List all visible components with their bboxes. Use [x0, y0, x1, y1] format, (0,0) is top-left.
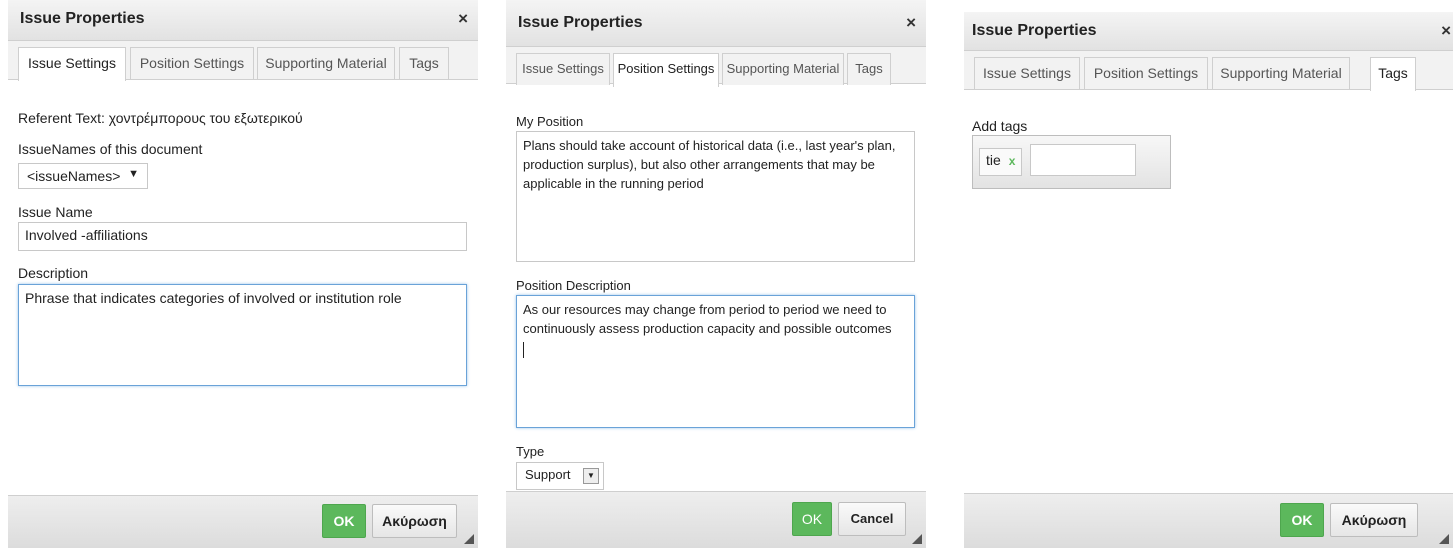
tab-bar: Issue Settings Position Settings Support… — [8, 41, 478, 81]
issue-names-select-value: <issueNames> — [27, 168, 121, 184]
dialog-title: Issue Properties — [972, 22, 1097, 39]
remove-tag-icon[interactable]: x — [1009, 154, 1016, 168]
issue-properties-dialog-1: Issue Properties × Issue Settings Positi… — [8, 0, 478, 548]
close-icon[interactable]: × — [458, 9, 468, 29]
tag-chip: tie x — [979, 148, 1023, 176]
cancel-button[interactable]: Cancel — [838, 502, 906, 536]
tab-position-settings[interactable]: Position Settings — [1084, 57, 1208, 89]
tab-supporting-material[interactable]: Supporting Material — [257, 47, 395, 79]
dropdown-arrow-icon: ▼ — [583, 468, 599, 484]
resize-handle-icon[interactable] — [1439, 534, 1449, 544]
tab-tags[interactable]: Tags — [847, 53, 891, 85]
text-cursor — [523, 342, 524, 358]
close-icon[interactable]: × — [1441, 21, 1451, 41]
issue-name-label: Issue Name — [18, 204, 93, 220]
type-label: Type — [516, 444, 545, 459]
tab-position-settings[interactable]: Position Settings — [130, 47, 254, 79]
tab-tags[interactable]: Tags — [399, 47, 449, 79]
dialog-header: Issue Properties × — [506, 0, 926, 47]
tab-bar: Issue Settings Position Settings Support… — [506, 47, 926, 87]
issue-properties-dialog-2: Issue Properties × Issue Settings Positi… — [506, 0, 926, 548]
tab-issue-settings[interactable]: Issue Settings — [974, 57, 1080, 89]
issue-properties-dialog-3: Issue Properties × Issue Settings Positi… — [964, 0, 1453, 548]
tag-text-input[interactable] — [1030, 144, 1136, 176]
dialog-footer: OK Ακύρωση — [8, 495, 478, 548]
referent-text: Referent Text: χοντρέμπορους του εξωτερι… — [18, 110, 303, 126]
dialog-header: Issue Properties × — [8, 0, 478, 41]
dialog-footer: OK Ακύρωση — [964, 493, 1453, 548]
cancel-button[interactable]: Ακύρωση — [1330, 503, 1418, 537]
dropdown-arrow-icon: ▼ — [128, 168, 139, 180]
ok-button[interactable]: OK — [322, 504, 366, 538]
type-select-value: Support — [525, 467, 571, 482]
close-icon[interactable]: × — [906, 13, 916, 33]
add-tags-label: Add tags — [972, 118, 1028, 134]
tab-position-settings[interactable]: Position Settings — [613, 53, 719, 87]
issue-name-input[interactable]: Involved -affiliations — [18, 222, 467, 251]
resize-handle-icon[interactable] — [464, 534, 474, 544]
tab-bar: Issue Settings Position Settings Support… — [964, 51, 1453, 91]
issue-names-label: IssueNames of this document — [18, 141, 203, 157]
position-description-label: Position Description — [516, 278, 631, 293]
my-position-label: My Position — [516, 114, 584, 129]
tag-label: tie — [986, 152, 1001, 168]
tab-issue-settings[interactable]: Issue Settings — [18, 47, 126, 81]
ok-button[interactable]: OK — [1280, 503, 1324, 537]
tab-supporting-material[interactable]: Supporting Material — [1212, 57, 1350, 89]
tags-input-box[interactable]: tie x — [972, 135, 1171, 189]
dialog-title: Issue Properties — [20, 10, 145, 27]
position-description-textarea[interactable]: As our resources may change from period … — [516, 295, 915, 428]
description-textarea[interactable]: Phrase that indicates categories of invo… — [18, 284, 467, 386]
tab-issue-settings[interactable]: Issue Settings — [516, 53, 610, 85]
dialog-title: Issue Properties — [518, 14, 643, 31]
tab-supporting-material[interactable]: Supporting Material — [722, 53, 844, 85]
description-label: Description — [18, 265, 89, 281]
issue-names-select[interactable]: <issueNames> ▼ — [18, 163, 148, 189]
cancel-button[interactable]: Ακύρωση — [372, 504, 457, 538]
ok-button[interactable]: OK — [792, 502, 832, 536]
dialog-header: Issue Properties × — [964, 12, 1453, 51]
dialog-footer: OK Cancel — [506, 491, 926, 548]
position-description-text: As our resources may change from period … — [523, 302, 892, 336]
tab-tags[interactable]: Tags — [1370, 57, 1416, 91]
type-select[interactable]: Support ▼ — [516, 462, 604, 490]
my-position-textarea[interactable]: Plans should take account of historical … — [516, 131, 915, 262]
resize-handle-icon[interactable] — [912, 534, 922, 544]
